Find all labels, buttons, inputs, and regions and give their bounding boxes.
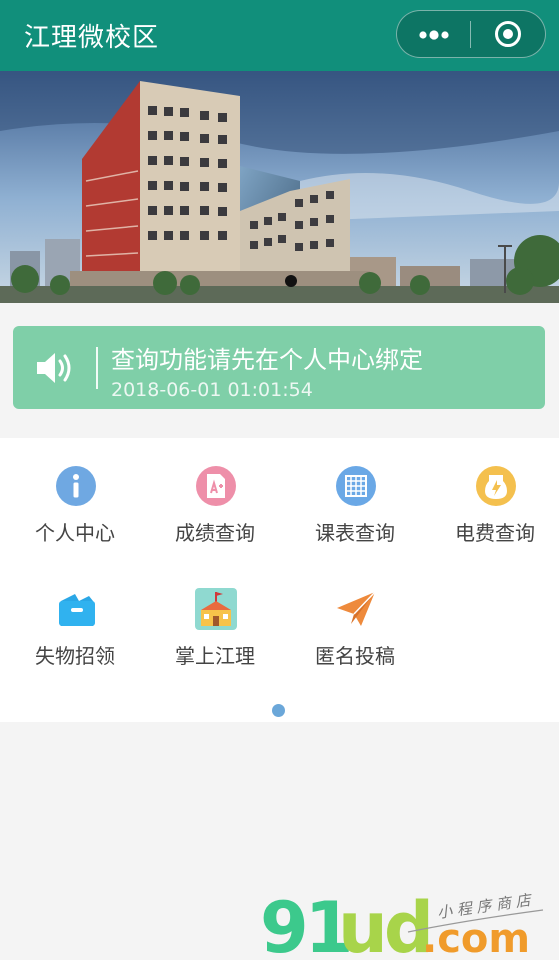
carousel-indicator-dot[interactable] (285, 275, 297, 287)
grid-page-indicator[interactable] (272, 704, 285, 717)
notice-timestamp: 2018-06-01 01:01:54 (111, 379, 313, 401)
timetable-grid-icon (336, 466, 376, 506)
grid-item-electricity[interactable]: 电费查询 (435, 463, 555, 573)
grid-item-grades[interactable]: 成绩查询 (155, 463, 275, 573)
grid-item-anonymous[interactable]: 匿名投稿 (295, 586, 415, 696)
page-title: 江理微校区 (24, 23, 160, 53)
electricity-bolt-icon (476, 466, 516, 506)
grid-item-label: 掌上江理 (175, 644, 255, 668)
notice-banner[interactable]: 查询功能请先在个人中心绑定 2018-06-01 01:01:54 (13, 326, 545, 409)
function-grid: 个人中心 成绩查询 课表查询 电费查询 失物招领 掌上江理 匿名投稿 (0, 438, 559, 722)
svg-text:ud: ud (338, 887, 430, 960)
close-button[interactable] (473, 11, 545, 57)
target-close-icon (495, 21, 521, 47)
svg-text:.com: .com (422, 916, 530, 960)
nav-bar: 江理微校区 (0, 0, 559, 71)
grid-item-label: 个人中心 (35, 521, 115, 545)
svg-text:91: 91 (260, 887, 349, 960)
campus-school-icon (195, 588, 237, 630)
more-button[interactable] (397, 11, 469, 57)
campus-building-image (0, 71, 559, 303)
speaker-icon (37, 353, 71, 383)
watermark-logo: 91 ud .com 小 程 序 商 店 (260, 887, 544, 960)
grid-item-lost-found[interactable]: 失物招领 (15, 586, 135, 696)
notice-divider (96, 347, 98, 389)
info-icon (56, 466, 96, 506)
capsule-divider (470, 21, 471, 48)
grid-item-label: 电费查询 (455, 521, 535, 545)
grid-item-profile[interactable]: 个人中心 (15, 463, 135, 573)
paper-plane-icon (337, 591, 376, 626)
grade-report-icon (196, 466, 236, 506)
grid-item-label: 课表查询 (315, 521, 395, 545)
grid-item-label: 成绩查询 (175, 521, 255, 545)
banner-carousel[interactable] (0, 71, 559, 303)
lost-box-icon (59, 594, 95, 626)
grid-item-timetable[interactable]: 课表查询 (295, 463, 415, 573)
more-dots-icon (419, 30, 449, 40)
notice-message: 查询功能请先在个人中心绑定 (111, 346, 423, 374)
miniprogram-capsule (396, 10, 546, 58)
grid-item-campus[interactable]: 掌上江理 (155, 586, 275, 696)
grid-item-label: 匿名投稿 (315, 644, 395, 668)
grid-item-label: 失物招领 (35, 644, 115, 668)
